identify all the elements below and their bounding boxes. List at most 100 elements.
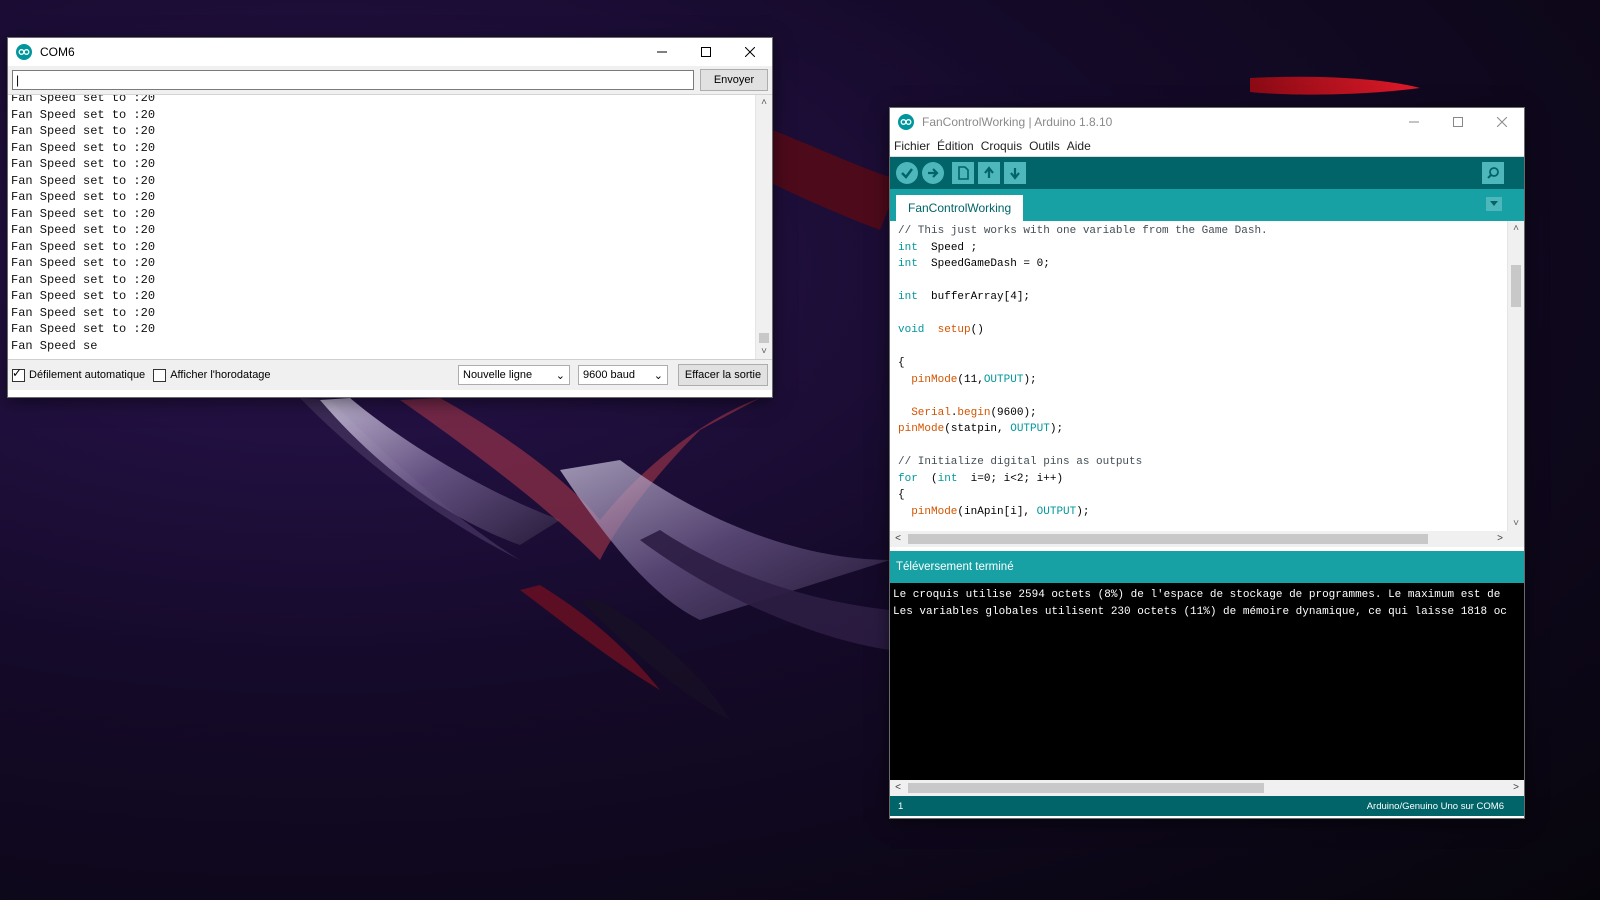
window-title: FanControlWorking | Arduino 1.8.10: [922, 115, 1113, 129]
code-token: );: [1049, 423, 1064, 435]
tab-menu-button[interactable]: [1486, 197, 1502, 211]
code-line[interactable]: {: [898, 487, 1268, 504]
code-line[interactable]: for (int i=0; i<2; i++): [898, 471, 1268, 488]
scrollbar-thumb[interactable]: [908, 534, 1428, 544]
code-token: pinMode: [911, 373, 958, 386]
maximize-button[interactable]: [684, 38, 728, 66]
code-line[interactable]: pinMode(11,OUTPUT);: [898, 372, 1268, 389]
minimize-icon: [1409, 121, 1419, 123]
scroll-down-icon[interactable]: ˅: [756, 346, 772, 357]
ide-toolbar: [890, 157, 1524, 189]
console-line: Les variables globales utilisent 230 oct…: [893, 605, 1507, 618]
code-line[interactable]: pinMode(statpin, OUTPUT);: [898, 421, 1268, 438]
scroll-right-icon[interactable]: >: [1492, 531, 1508, 547]
menu-edition[interactable]: Édition: [937, 139, 974, 153]
code-token: int: [898, 241, 918, 254]
code-token: pinMode: [911, 505, 958, 518]
code-line[interactable]: pinMode(inApin[i], OUTPUT);: [898, 504, 1268, 521]
maximize-icon: [1453, 117, 1463, 127]
editor-horizontal-scrollbar[interactable]: < >: [890, 531, 1524, 547]
scroll-up-icon[interactable]: ˄: [1508, 223, 1524, 234]
serial-monitor-titlebar[interactable]: COM6: [8, 38, 772, 66]
scroll-right-icon[interactable]: >: [1508, 780, 1524, 796]
verify-button[interactable]: [896, 162, 918, 184]
checkmark-icon: ✓: [12, 365, 23, 380]
scrollbar-thumb[interactable]: [1511, 265, 1521, 307]
arrow-up-icon: [984, 166, 994, 178]
code-line[interactable]: [898, 388, 1268, 405]
code-line[interactable]: int Speed ;: [898, 240, 1268, 257]
editor-vertical-scrollbar[interactable]: ˄ ˅: [1507, 221, 1524, 531]
triangle-down-icon: [1490, 201, 1498, 206]
scroll-up-icon[interactable]: ˄: [756, 97, 772, 108]
code-token: {: [898, 357, 905, 369]
code-line[interactable]: [898, 438, 1268, 455]
minimize-button[interactable]: [640, 38, 684, 66]
serial-vertical-scrollbar[interactable]: ˄ ˅: [755, 95, 772, 359]
code-line[interactable]: // This just works with one variable fro…: [898, 223, 1268, 240]
code-line[interactable]: [898, 273, 1268, 290]
code-token: (: [917, 472, 938, 485]
code-line[interactable]: [898, 306, 1268, 323]
scrollbar-thumb[interactable]: [908, 783, 1264, 793]
close-button[interactable]: [728, 38, 772, 66]
console-horizontal-scrollbar[interactable]: < >: [890, 780, 1524, 796]
baud-rate-select[interactable]: 9600 baud ⌄: [578, 365, 668, 385]
serial-line: Fan Speed se: [11, 338, 98, 353]
serial-monitor-button[interactable]: [1482, 162, 1504, 184]
autoscroll-checkbox[interactable]: ✓ Défilement automatique: [12, 365, 146, 382]
code-token: OUTPUT: [983, 373, 1024, 386]
code-line[interactable]: [898, 339, 1268, 356]
send-button[interactable]: Envoyer: [700, 69, 768, 91]
serial-line: Fan Speed set to :20: [11, 272, 156, 287]
clear-output-button[interactable]: Effacer la sortie: [678, 364, 768, 386]
line-ending-select[interactable]: Nouvelle ligne ⌄: [458, 365, 570, 385]
chevron-down-icon: ⌄: [555, 369, 565, 382]
code-token: OUTPUT: [1010, 423, 1050, 435]
code-editor[interactable]: // This just works with one variable fro…: [890, 221, 1524, 531]
code-line[interactable]: Serial.begin(9600);: [898, 405, 1268, 422]
maximize-button[interactable]: [1436, 108, 1480, 136]
menu-bar: Fichier Édition Croquis Outils Aide: [890, 136, 1524, 157]
scrollbar-thumb[interactable]: [759, 333, 769, 343]
console-text: Le croquis utilise 2594 octets (8%) de l…: [893, 587, 1507, 620]
window-title: COM6: [40, 45, 75, 59]
ide-titlebar[interactable]: FanControlWorking | Arduino 1.8.10: [890, 108, 1524, 136]
code-text[interactable]: // This just works with one variable fro…: [898, 223, 1268, 520]
timestamp-checkbox-box[interactable]: [153, 368, 167, 382]
save-sketch-button[interactable]: [1004, 162, 1026, 184]
scroll-down-icon[interactable]: ˅: [1508, 518, 1524, 529]
menu-fichier[interactable]: Fichier: [894, 139, 930, 153]
code-line[interactable]: int SpeedGameDash = 0;: [898, 256, 1268, 273]
line-number: 1: [898, 800, 904, 812]
menu-aide[interactable]: Aide: [1067, 139, 1091, 153]
open-sketch-button[interactable]: [978, 162, 1000, 184]
serial-send-input[interactable]: [12, 70, 694, 90]
menu-croquis[interactable]: Croquis: [981, 139, 1022, 153]
scroll-left-icon[interactable]: <: [890, 780, 906, 796]
console-line: Le croquis utilise 2594 octets (8%) de l…: [893, 589, 1501, 601]
autoscroll-label: Défilement automatique: [29, 369, 146, 381]
timestamp-checkbox[interactable]: Afficher l'horodatage: [153, 368, 271, 382]
autoscroll-checkbox-box[interactable]: ✓: [12, 365, 25, 382]
console-output[interactable]: Le croquis utilise 2594 octets (8%) de l…: [890, 583, 1524, 780]
code-token: OUTPUT: [1036, 505, 1077, 518]
code-line[interactable]: // Initialize digital pins as outputs: [898, 454, 1268, 471]
code-token: );: [1023, 373, 1037, 386]
menu-outils[interactable]: Outils: [1029, 139, 1060, 153]
tab-fancontrolworking[interactable]: FanControlWorking: [896, 195, 1024, 221]
upload-button[interactable]: [922, 162, 944, 184]
scroll-left-icon[interactable]: <: [890, 531, 906, 547]
close-button[interactable]: [1480, 108, 1524, 136]
new-sketch-button[interactable]: [952, 162, 974, 184]
code-line[interactable]: void setup(): [898, 322, 1268, 339]
timestamp-label: Afficher l'horodatage: [170, 369, 271, 381]
serial-output[interactable]: Fan Speed set to :20 Fan Speed set to :20…: [8, 95, 772, 360]
minimize-button[interactable]: [1392, 108, 1436, 136]
baud-rate-value: 9600 baud: [583, 369, 635, 381]
code-line[interactable]: {: [898, 355, 1268, 372]
code-line[interactable]: int bufferArray[4];: [898, 289, 1268, 306]
serial-line: Fan Speed set to :20: [11, 190, 156, 204]
